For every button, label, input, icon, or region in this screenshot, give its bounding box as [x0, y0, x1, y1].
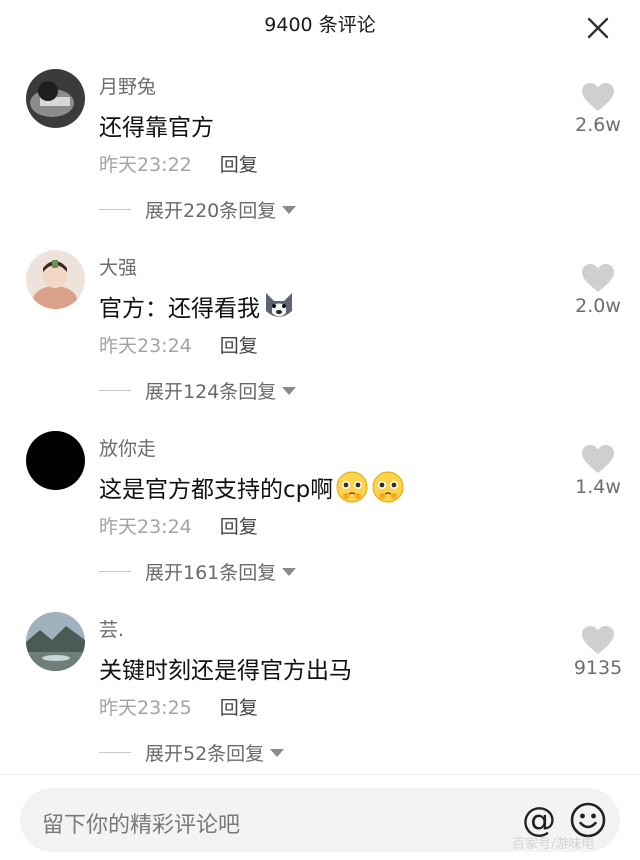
- expand-replies-label: 展开220条回复: [145, 200, 277, 222]
- comment-item: 芸. 关键时刻还是得官方出马 昨天23:25 回复 展开52条回复 9135: [0, 599, 640, 780]
- comment-item: 大强 官方：还得看我 昨天23:24 回复 展开124条回复 2.0w: [0, 237, 640, 418]
- heart-icon: [582, 83, 614, 111]
- comment-meta: 昨天23:22 回复: [99, 150, 258, 177]
- like-count: 2.0w: [575, 295, 621, 317]
- comment-text: 还得靠官方: [99, 115, 214, 141]
- comment-item: 月野兔 还得靠官方 昨天23:22 回复 展开220条回复 2.6w: [0, 56, 640, 237]
- divider-line: [99, 752, 131, 753]
- comment-text: 关键时刻还是得官方出马: [99, 658, 352, 684]
- username[interactable]: 月野兔: [99, 72, 156, 99]
- pleading-face-emoji-icon: [336, 471, 368, 503]
- comment-input-placeholder: 留下你的精彩评论吧: [42, 813, 241, 838]
- like-button[interactable]: 2.6w: [568, 82, 628, 136]
- avatar[interactable]: [26, 69, 85, 128]
- like-count: 2.6w: [575, 114, 621, 136]
- like-button[interactable]: 9135: [568, 625, 628, 679]
- expand-replies-button[interactable]: 展开220条回复: [99, 196, 297, 223]
- comment-count-title: 9400 条评论: [264, 14, 376, 36]
- avatar[interactable]: [26, 612, 85, 671]
- heart-icon: [582, 264, 614, 292]
- reply-button[interactable]: 回复: [220, 512, 258, 539]
- comment-meta: 昨天23:25 回复: [99, 693, 258, 720]
- comment-time: 昨天23:24: [99, 335, 192, 357]
- caret-down-icon: [282, 205, 297, 214]
- pleading-face-emoji-icon: [372, 471, 404, 503]
- close-icon[interactable]: [586, 16, 610, 40]
- avatar[interactable]: [26, 250, 85, 309]
- caret-down-icon: [270, 748, 285, 757]
- username[interactable]: 放你走: [99, 434, 156, 461]
- username[interactable]: 大强: [99, 253, 137, 280]
- husky-dog-emoji-icon: [266, 293, 292, 317]
- divider-line: [99, 390, 131, 391]
- comment-list: 月野兔 还得靠官方 昨天23:22 回复 展开220条回复 2.6w 大强 官方…: [0, 56, 640, 780]
- heart-icon: [582, 445, 614, 473]
- comments-header: 9400 条评论: [0, 0, 640, 46]
- caret-down-icon: [282, 567, 297, 576]
- expand-replies-button[interactable]: 展开124条回复: [99, 377, 297, 404]
- reply-button[interactable]: 回复: [220, 331, 258, 358]
- comment-text: 官方：还得看我: [99, 296, 260, 322]
- expand-replies-label: 展开124条回复: [145, 381, 277, 403]
- divider-line: [99, 209, 131, 210]
- comment-item: 放你走 这是官方都支持的cp啊 昨天23:24 回复 展开161条回复 1.4w: [0, 418, 640, 599]
- caret-down-icon: [282, 386, 297, 395]
- like-button[interactable]: 2.0w: [568, 263, 628, 317]
- like-button[interactable]: 1.4w: [568, 444, 628, 498]
- comment-text-row: 官方：还得看我: [99, 289, 296, 323]
- comment-text-row: 这是官方都支持的cp啊: [99, 470, 405, 504]
- watermark: 百家号/游味电: [512, 837, 595, 852]
- like-count: 9135: [573, 657, 623, 679]
- username[interactable]: 芸.: [99, 615, 124, 642]
- heart-icon: [582, 626, 614, 654]
- like-count: 1.4w: [575, 476, 621, 498]
- expand-replies-label: 展开52条回复: [145, 743, 265, 765]
- divider-line: [99, 571, 131, 572]
- reply-button[interactable]: 回复: [220, 693, 258, 720]
- comment-meta: 昨天23:24 回复: [99, 331, 258, 358]
- expand-replies-button[interactable]: 展开161条回复: [99, 558, 297, 585]
- comment-meta: 昨天23:24 回复: [99, 512, 258, 539]
- expand-replies-button[interactable]: 展开52条回复: [99, 739, 285, 766]
- expand-replies-label: 展开161条回复: [145, 562, 277, 584]
- reply-button[interactable]: 回复: [220, 150, 258, 177]
- comment-text: 这是官方都支持的cp啊: [99, 477, 334, 503]
- comment-time: 昨天23:25: [99, 697, 192, 719]
- comment-time: 昨天23:24: [99, 516, 192, 538]
- avatar[interactable]: [26, 431, 85, 490]
- comment-time: 昨天23:22: [99, 154, 192, 176]
